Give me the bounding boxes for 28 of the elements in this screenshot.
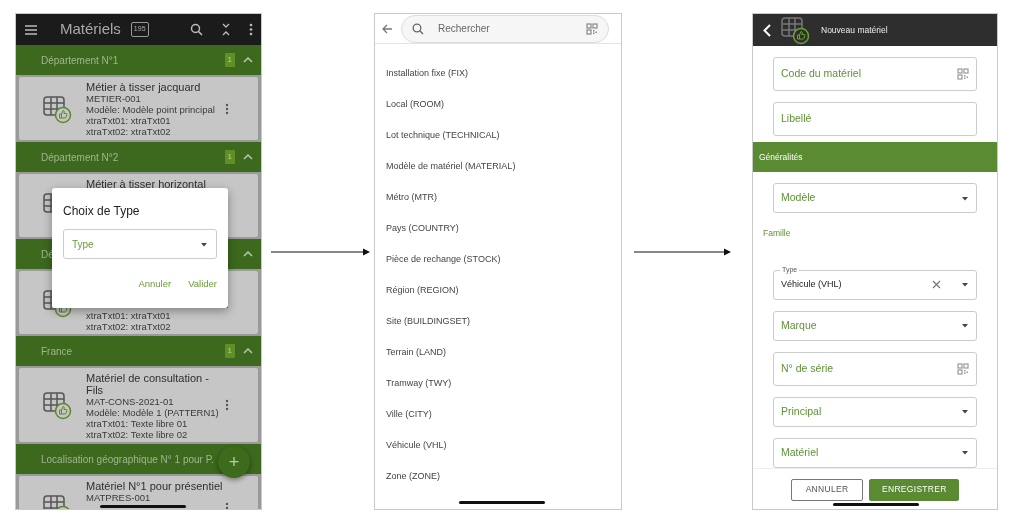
item-detail: xtraTxt02: xtraTxt02 <box>86 321 171 332</box>
item-title: Métier à tisser jacquard <box>86 81 202 93</box>
count-badge: 1 <box>224 53 235 67</box>
item-detail: xtraTxt02: xtraTxt02 <box>86 126 172 137</box>
item-detail: MAT-CONS-2021-01 <box>86 396 175 407</box>
item-detail: MATPRES-001 <box>86 492 152 503</box>
item-title: Métier à tisser horizontal <box>86 178 207 190</box>
group-title: Département N°2 <box>41 150 119 165</box>
item-detail: xtraTxt01: xtraTxt01 <box>86 115 172 126</box>
group-title: Localisation géographique N° 1 pour P. <box>41 452 214 467</box>
item-detail: xtraTxt01: xtraTxt01 <box>86 310 171 321</box>
item-detail: METIER-001 <box>86 93 142 104</box>
item-detail: xtraTxt01: Texte libre 01 <box>86 418 189 429</box>
dialog-title: Choix de Type <box>63 203 141 220</box>
item-title: Matériel N°1 pour présentiel <box>86 480 224 492</box>
field-value: Véhicule (VHL) <box>781 278 843 291</box>
group-title: Département N°1 <box>41 53 119 68</box>
item-detail: Modèle: Modèle 1 (PATTERN1) <box>86 407 220 418</box>
item-title: Matériel de consultation - Fils <box>86 372 210 396</box>
item-detail: xtraTxt02: Texte libre 02 <box>86 429 189 440</box>
section-header: Généralités <box>753 142 997 172</box>
count-badge: 1 <box>224 150 235 164</box>
field-caption: Famille <box>763 227 792 240</box>
group-title: France <box>41 344 73 359</box>
count-badge: 1 <box>224 344 235 358</box>
item-detail: Modèle: Modèle point principal <box>86 104 216 115</box>
screen-title: Matériels <box>60 19 121 40</box>
screen-title: Nouveau matériel <box>821 23 888 37</box>
